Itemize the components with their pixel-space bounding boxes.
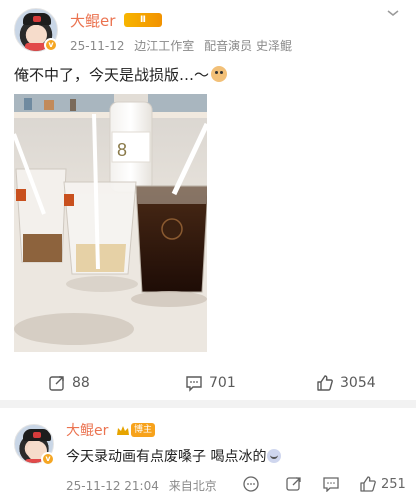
thumbs-up-icon <box>360 476 376 492</box>
verified-icon: v <box>44 38 58 52</box>
post-action-bar: 88 701 3054 <box>0 368 416 398</box>
comment-meta: 25-11-12 21:04 来自北京 <box>66 477 217 494</box>
repost-icon <box>49 376 64 391</box>
post-text-content: 俺不中了，今天是战损版…～ <box>14 66 210 84</box>
comment-reply-button[interactable] <box>323 474 339 494</box>
comment-location: 来自北京 <box>168 479 217 493</box>
drinks-photo: 8 <box>14 94 207 352</box>
like-count: 3054 <box>340 375 376 391</box>
crown-icon <box>116 422 130 435</box>
author-name[interactable]: 大鲲er <box>70 10 115 31</box>
repost-count: 88 <box>72 375 90 391</box>
comment-more-button[interactable] <box>242 474 260 494</box>
level-badge[interactable]: Ⅱ <box>124 13 162 27</box>
laugh-emoji-icon <box>267 449 282 463</box>
comment-text-content: 今天录动画有点废嗓子 喝点冰的 <box>66 449 267 465</box>
post-meta: 25-11-12 边江工作室 配音演员 史泽鲲 <box>70 37 292 54</box>
like-button[interactable]: 3054 <box>316 368 376 398</box>
section-divider <box>0 400 416 408</box>
post-time: 25-11-12 <box>70 39 125 53</box>
author-role: 配音演员 史泽鲲 <box>204 39 292 53</box>
post-source[interactable]: 边江工作室 <box>134 39 194 53</box>
thumbs-up-icon <box>317 375 333 391</box>
post-text: 俺不中了，今天是战损版…～ <box>14 64 228 85</box>
commenter-name[interactable]: 大鲲er <box>66 420 108 440</box>
comment-repost-button[interactable] <box>286 474 302 494</box>
repost-button[interactable]: 88 <box>48 368 90 398</box>
comment-like-count: 251 <box>381 476 406 492</box>
comment-icon <box>323 477 339 492</box>
dog-emoji-icon <box>211 66 228 82</box>
comment-button[interactable]: 701 <box>185 368 236 398</box>
comment-time: 25-11-12 21:04 <box>66 479 159 493</box>
svg-text:8: 8 <box>117 140 127 160</box>
author-tag: 博主 <box>131 423 156 437</box>
comment-count: 701 <box>209 375 236 391</box>
repost-icon <box>286 477 301 491</box>
comment-item: v 大鲲er 博主 今天录动画有点废嗓子 喝点冰的 25-11-12 21:04… <box>0 408 416 500</box>
comment-icon <box>186 376 202 392</box>
weibo-post: v 大鲲er Ⅱ 25-11-12 边江工作室 配音演员 史泽鲲 俺不中了，今天… <box>0 0 416 398</box>
more-dots-icon <box>243 476 259 492</box>
comment-text: 今天录动画有点废嗓子 喝点冰的 <box>66 446 282 466</box>
verified-icon: v <box>41 452 55 466</box>
post-image[interactable]: 8 <box>14 94 207 352</box>
more-options-icon[interactable] <box>386 6 400 22</box>
comment-like-button[interactable]: 251 <box>360 474 406 494</box>
